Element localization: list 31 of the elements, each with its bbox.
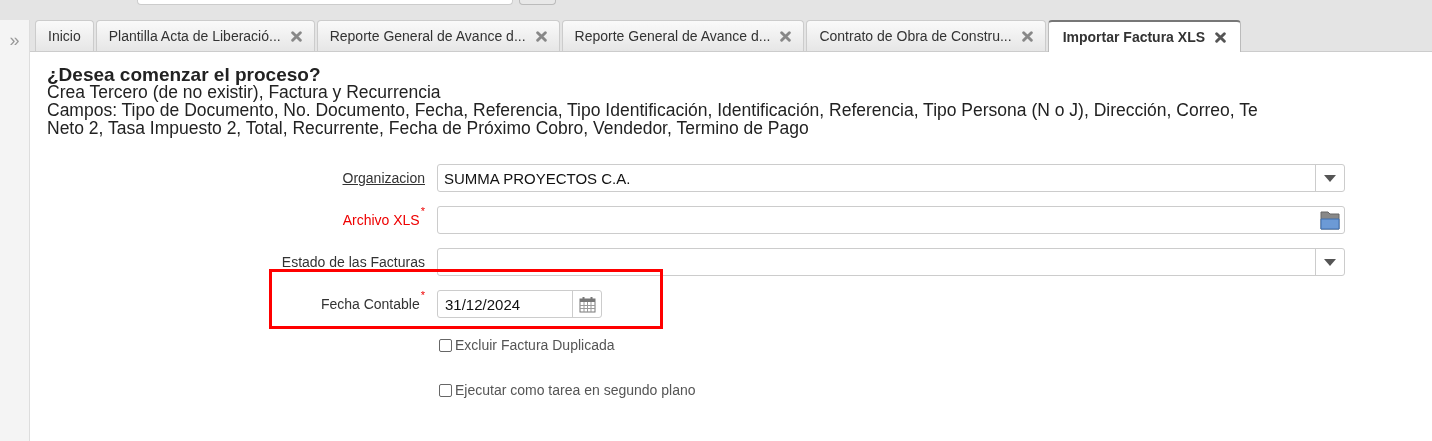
close-icon[interactable] (780, 30, 792, 42)
description-line: Campos: Tipo de Documento, No. Documento, Fecha, Referencia, Tipo Identificación, Identificación, Referencia, Tipo Persona (N o J), Dirección, Correo, Te (47, 101, 1259, 119)
calendar-icon[interactable] (578, 295, 596, 313)
required-mark: * (420, 289, 425, 300)
dropdown-caret-icon[interactable] (1324, 174, 1336, 182)
close-icon[interactable] (1021, 30, 1033, 42)
field-label: Fecha Contable (320, 294, 420, 314)
tab[interactable]: Plantilla Acta de Liberació... (95, 20, 315, 51)
process-question: ¿Desea comenzar el proceso? (47, 66, 322, 83)
tab[interactable]: Reporte General de Avance d... (561, 20, 805, 51)
select-field[interactable]: SUMMA PROYECTOS C.A. (437, 164, 1345, 192)
tab[interactable]: Reporte General de Avance d... (316, 20, 560, 51)
checkbox-label[interactable]: Excluir Factura Duplicada (455, 337, 615, 354)
tab[interactable]: Inicio (35, 20, 94, 51)
description-line: Neto 2, Tasa Impuesto 2, Total, Recurrente, Fecha de Próximo Cobro, Vendedor, Termino de Pago (47, 119, 809, 137)
close-icon[interactable] (290, 30, 302, 42)
field-label[interactable]: Organizacion (342, 167, 425, 189)
tab[interactable]: Importar Factura XLS (1047, 20, 1242, 52)
tab[interactable]: Contrato de Obra de Constru... (806, 20, 1046, 51)
required-mark: * (420, 205, 425, 216)
checkbox-label[interactable]: Ejecutar como tarea en segundo plano (455, 382, 696, 399)
close-icon[interactable] (535, 30, 547, 42)
close-icon[interactable] (1215, 31, 1227, 43)
date-field[interactable]: 31/12/2024 (437, 290, 602, 318)
folder-icon[interactable] (1319, 210, 1340, 230)
checkbox[interactable] (439, 339, 452, 352)
search-field[interactable] (137, 0, 513, 5)
field-label: Archivo XLS (342, 210, 420, 230)
field-label: Estado de las Facturas (281, 252, 425, 272)
checkbox[interactable] (439, 384, 452, 397)
dropdown-caret-icon[interactable] (1324, 258, 1336, 266)
